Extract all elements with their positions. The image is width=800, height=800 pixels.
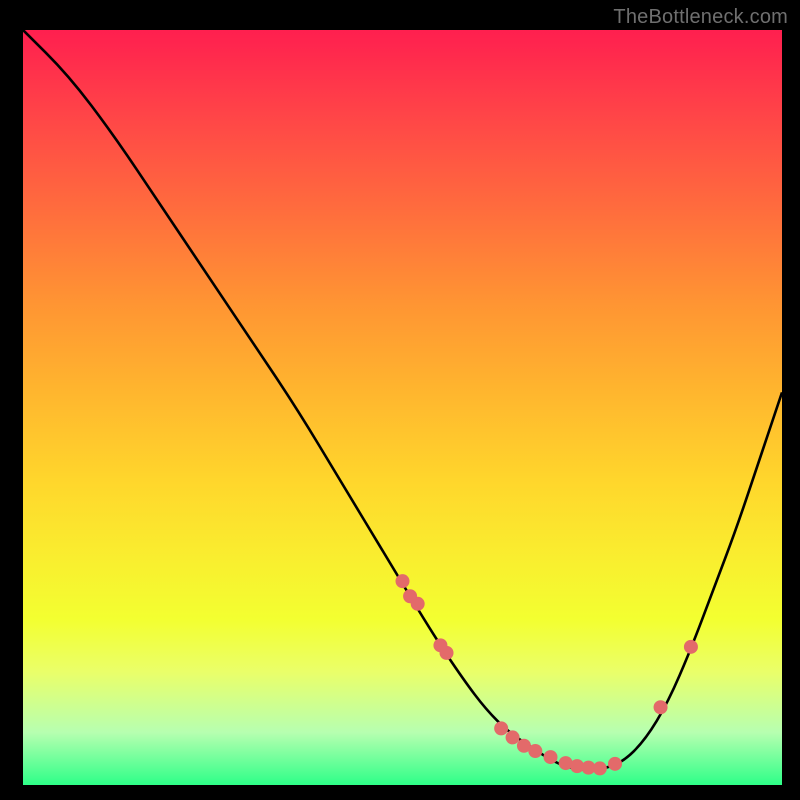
data-point	[684, 640, 698, 654]
data-point	[396, 574, 410, 588]
chart-area	[23, 30, 782, 785]
watermark-text: TheBottleneck.com	[613, 6, 788, 29]
data-points-group	[396, 574, 698, 775]
data-point	[494, 721, 508, 735]
chart-overlay	[23, 30, 782, 785]
bottleneck-curve	[23, 30, 782, 770]
data-point	[440, 646, 454, 660]
data-point	[654, 700, 668, 714]
data-point	[411, 597, 425, 611]
data-point	[528, 744, 542, 758]
data-point	[506, 730, 520, 744]
data-point	[544, 750, 558, 764]
data-point	[608, 757, 622, 771]
data-point	[593, 761, 607, 775]
